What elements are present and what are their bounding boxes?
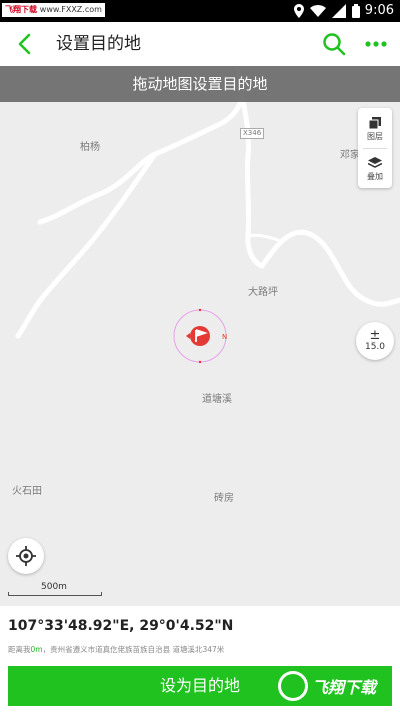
- watermark-logo: 飞翔下载: [278, 666, 390, 706]
- overlay-button[interactable]: 叠加: [358, 150, 392, 188]
- location-detail: 距离我0m，贵州省遵义市道真仡佬族苗族自治县 道塘溪北347米: [8, 644, 224, 655]
- signal-icon: [332, 4, 346, 18]
- status-bar: 飞翔下载 www.FXXZ.com 9:06: [0, 0, 400, 22]
- location-icon: [294, 4, 304, 18]
- watermark-logo-text: 飞翔下载: [312, 678, 377, 697]
- location-info-panel: 107°33'48.92"E, 29°0'4.52"N 距离我0m，贵州省遵义市…: [0, 606, 400, 712]
- app-bar: 设置目的地: [0, 22, 400, 66]
- back-button[interactable]: [8, 28, 40, 60]
- place-label: 柏杨: [80, 142, 100, 153]
- svg-text:N: N: [222, 333, 227, 341]
- scale-bar: [8, 592, 102, 596]
- distance-prefix: 距离我: [8, 645, 31, 654]
- battery-icon: [352, 4, 360, 18]
- chevron-left-icon: [18, 33, 31, 55]
- locate-me-button[interactable]: [8, 538, 44, 574]
- layers-button[interactable]: 图层: [358, 110, 392, 148]
- watermark-badge: 飞翔下载 www.FXXZ.com: [2, 3, 105, 17]
- scale-label: 500m: [41, 582, 67, 592]
- layer-panel: 图层 叠加: [358, 108, 392, 188]
- watermark-logo-icon: [278, 671, 308, 701]
- more-dots-icon: [365, 41, 387, 47]
- distance-value: 0m: [30, 645, 43, 654]
- status-icons: [294, 3, 360, 19]
- destination-pin: N: [173, 308, 227, 364]
- watermark-url: www.FXXZ.com: [39, 5, 102, 14]
- page-title: 设置目的地: [56, 34, 141, 54]
- more-button[interactable]: [360, 28, 392, 60]
- coordinates: 107°33'48.92"E, 29°0'4.52"N: [8, 618, 234, 634]
- search-button[interactable]: [318, 28, 350, 60]
- overlay-label: 叠加: [367, 171, 383, 181]
- zoom-level: 15.0: [364, 342, 386, 352]
- wifi-icon: [310, 5, 326, 17]
- crosshair-icon: [16, 546, 36, 566]
- layers-label: 图层: [367, 131, 383, 141]
- zoom-level-button[interactable]: ± 15.0: [356, 322, 394, 360]
- address-text: ，贵州省遵义市道真仡佬族苗族自治县 道塘溪北347米: [42, 645, 225, 654]
- overlay-stack-icon: [368, 156, 382, 168]
- road-number-tag: X346: [240, 128, 265, 139]
- drag-map-hint: 拖动地图设置目的地: [0, 66, 400, 102]
- place-label: 砖房: [214, 493, 234, 504]
- zoom-symbol: ±: [369, 328, 381, 343]
- layers-icon: [369, 116, 381, 129]
- map-scale: 500m: [8, 582, 102, 598]
- clock: 9:06: [364, 3, 394, 18]
- place-label: 大路坪: [248, 287, 278, 298]
- place-label: 邓家: [340, 150, 360, 161]
- place-label: 道塘溪: [202, 394, 232, 405]
- map-view[interactable]: N 柏杨 邓家 大路坪 道塘溪 火石田 砖房 X346: [0, 66, 400, 606]
- watermark-brand: 飞翔下载: [5, 5, 37, 14]
- divider: [363, 148, 387, 149]
- search-icon: [323, 33, 346, 56]
- place-label: 火石田: [12, 486, 42, 497]
